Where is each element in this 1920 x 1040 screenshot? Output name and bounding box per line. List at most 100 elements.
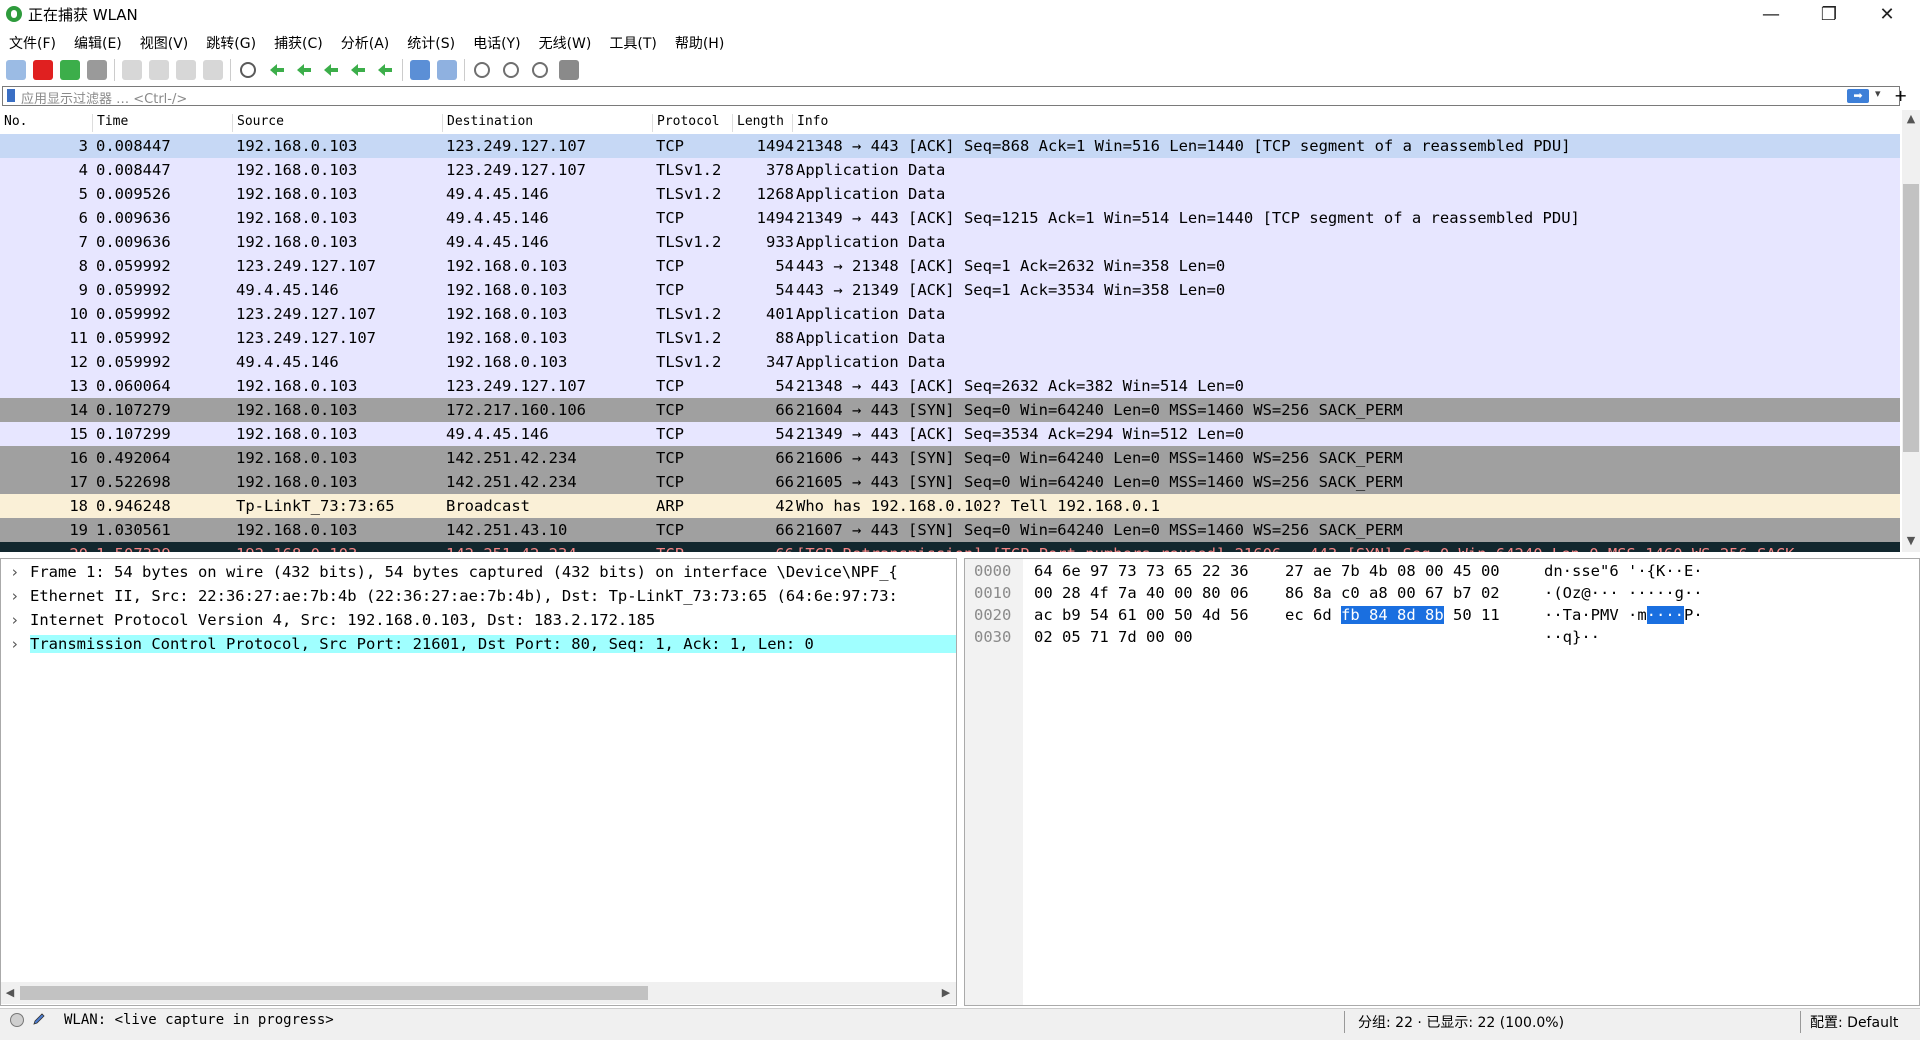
zoom-out-icon[interactable] <box>503 62 519 78</box>
menu-item[interactable]: 捕获(C) <box>265 30 332 54</box>
expand-chevron-icon[interactable]: › <box>10 635 19 653</box>
menu-item[interactable]: 编辑(E) <box>65 30 131 54</box>
column-header-destination[interactable]: Destination <box>442 114 651 132</box>
go-first-icon[interactable] <box>348 60 368 80</box>
packet-row[interactable]: 10 0.059992 123.249.127.107 192.168.0.103 TL… <box>0 302 1900 326</box>
detail-tree-item[interactable]: › Internet Protocol Version 4, Src: 192.1… <box>2 608 956 632</box>
packet-info-cell: Application Data <box>796 305 946 323</box>
hex-bytes-selected[interactable]: fb 84 8d 8b <box>1341 606 1444 624</box>
go-to-packet-icon[interactable] <box>321 60 341 80</box>
reload-icon[interactable] <box>203 60 223 80</box>
packet-no-cell: 12 <box>69 353 88 371</box>
zoom-in-icon[interactable] <box>474 62 490 78</box>
go-last-icon[interactable] <box>375 60 395 80</box>
packet-len-cell: 54 <box>775 257 794 275</box>
packet-time-cell: 0.107299 <box>96 425 171 443</box>
scroll-up-icon[interactable]: ▲ <box>1902 112 1920 125</box>
find-packet-icon[interactable] <box>240 62 256 78</box>
packet-row[interactable]: 6 0.009636 192.168.0.103 49.4.45.146 TCP 1494… <box>0 206 1900 230</box>
packet-row[interactable]: 18 0.946248 Tp-LinkT_73:73:65 Broadcast ARP 4… <box>0 494 1900 518</box>
packet-no-cell: 11 <box>69 329 88 347</box>
detail-tree-item[interactable]: › Ethernet II, Src: 22:36:27:ae:7b:4b (22… <box>2 584 956 608</box>
profile-status[interactable]: 配置: Default <box>1810 1012 1898 1032</box>
close-file-icon[interactable] <box>176 60 196 80</box>
packet-len-cell: 347 <box>766 353 794 371</box>
restart-capture-icon[interactable] <box>60 60 80 80</box>
packet-row[interactable]: 8 0.059992 123.249.127.107 192.168.0.103 TCP… <box>0 254 1900 278</box>
packet-src-cell: 49.4.45.146 <box>236 353 339 371</box>
auto-scroll-icon[interactable] <box>410 60 430 80</box>
menu-item[interactable]: 视图(V) <box>131 30 198 54</box>
menu-item[interactable]: 分析(A) <box>332 30 399 54</box>
menu-item[interactable]: 电话(Y) <box>464 30 529 54</box>
column-header-source[interactable]: Source <box>232 114 441 132</box>
packet-row[interactable]: 9 0.059992 49.4.45.146 192.168.0.103 TCP 54 44… <box>0 278 1900 302</box>
add-filter-button[interactable]: + <box>1894 86 1907 105</box>
packet-src-cell: 192.168.0.103 <box>236 137 358 155</box>
expand-chevron-icon[interactable]: › <box>10 587 19 605</box>
packet-row[interactable]: 4 0.008447 192.168.0.103 123.249.127.107 TLS… <box>0 158 1900 182</box>
packet-time-cell: 0.059992 <box>96 257 171 275</box>
packet-row[interactable]: 3 0.008447 192.168.0.103 123.249.127.107 TCP… <box>0 134 1900 158</box>
capture-comment-icon[interactable] <box>32 1012 46 1026</box>
display-filter-input[interactable]: 应用显示过滤器 … <Ctrl-/> <box>21 88 187 107</box>
packet-row[interactable]: 15 0.107299 192.168.0.103 49.4.45.146 TCP 54 2… <box>0 422 1900 446</box>
menu-item[interactable]: 统计(S) <box>398 30 464 54</box>
scroll-right-icon[interactable]: ▶ <box>937 986 955 999</box>
packet-row[interactable]: 19 1.030561 192.168.0.103 142.251.43.10 TCP 6… <box>0 518 1900 542</box>
filter-bookmark-icon[interactable] <box>7 89 15 102</box>
packet-row[interactable]: 12 0.059992 49.4.45.146 192.168.0.103 TLSv1.… <box>0 350 1900 374</box>
packet-list-scroll-thumb[interactable] <box>1903 184 1919 452</box>
toolbar-separator <box>402 59 403 81</box>
packet-row[interactable]: 14 0.107279 192.168.0.103 172.217.160.106 TC… <box>0 398 1900 422</box>
packet-row[interactable]: 11 0.059992 123.249.127.107 192.168.0.103 TL… <box>0 326 1900 350</box>
save-file-icon[interactable] <box>149 60 169 80</box>
zoom-normal-icon[interactable] <box>532 62 548 78</box>
minimize-button[interactable]: — <box>1742 0 1800 28</box>
hex-offset: 0030 <box>974 628 1012 646</box>
go-forward-icon[interactable] <box>294 60 314 80</box>
display-filter-bar[interactable]: 应用显示过滤器 … <Ctrl-/> ➡ ▾ <box>2 86 1900 107</box>
menu-item[interactable]: 文件(F) <box>0 30 65 54</box>
close-button[interactable]: ✕ <box>1858 0 1916 28</box>
packet-row[interactable]: 16 0.492064 192.168.0.103 142.251.42.234 TCP… <box>0 446 1900 470</box>
capture-options-icon[interactable] <box>87 60 107 80</box>
resize-columns-icon[interactable] <box>559 60 579 80</box>
packet-no-cell: 5 <box>78 185 88 203</box>
packet-dst-cell: 192.168.0.103 <box>446 353 568 371</box>
expand-chevron-icon[interactable]: › <box>10 563 19 581</box>
detail-tree-item[interactable]: › Frame 1: 54 bytes on wire (432 bits), 5… <box>2 560 956 584</box>
packet-row[interactable]: 13 0.060064 192.168.0.103 123.249.127.107 TC… <box>0 374 1900 398</box>
detail-scroll-thumb[interactable] <box>20 986 648 1000</box>
menu-item[interactable]: 无线(W) <box>530 30 601 54</box>
expert-info-led-icon[interactable] <box>10 1013 24 1027</box>
packet-no-cell: 20 <box>0 545 88 552</box>
ascii-selected[interactable]: ···· <box>1646 606 1684 624</box>
detail-tree-item[interactable]: › Transmission Control Protocol, Src Port… <box>2 632 956 656</box>
packet-row[interactable]: 7 0.009636 192.168.0.103 49.4.45.146 TLSv1.2… <box>0 230 1900 254</box>
colorize-icon[interactable] <box>437 60 457 80</box>
column-header-time[interactable]: Time <box>92 114 233 132</box>
hex-bytes: ec 6d fb 84 8d 8b 50 11 <box>1285 606 1500 624</box>
apply-filter-arrow-icon[interactable]: ➡ <box>1847 89 1869 103</box>
column-header-length[interactable]: Length <box>732 114 793 132</box>
menu-item[interactable]: 帮助(H) <box>666 30 733 54</box>
scroll-left-icon[interactable]: ◀ <box>1 986 19 999</box>
scroll-down-icon[interactable]: ▼ <box>1902 534 1920 547</box>
restore-button[interactable]: ❐ <box>1800 0 1858 28</box>
go-back-icon[interactable] <box>267 60 287 80</box>
packet-src-cell: 123.249.127.107 <box>236 329 376 347</box>
column-header-no[interactable]: No. <box>0 114 92 132</box>
filter-history-dropdown-icon[interactable]: ▾ <box>1875 87 1881 100</box>
packet-row[interactable]: 201.507329192.168.0.103142.251.42.234TCP… <box>0 542 1900 552</box>
menu-item[interactable]: 工具(T) <box>600 30 665 54</box>
packet-row[interactable]: 5 0.009526 192.168.0.103 49.4.45.146 TLSv1.2… <box>0 182 1900 206</box>
open-file-icon[interactable] <box>122 60 142 80</box>
expand-chevron-icon[interactable]: › <box>10 611 19 629</box>
packet-row[interactable]: 17 0.522698 192.168.0.103 142.251.42.234 TCP… <box>0 470 1900 494</box>
menu-item[interactable]: 跳转(G) <box>197 30 265 54</box>
column-header-info[interactable]: Info <box>792 114 1897 132</box>
stop-capture-icon[interactable] <box>33 60 53 80</box>
shark-fin-start-icon[interactable] <box>6 60 26 80</box>
column-header-protocol[interactable]: Protocol <box>652 114 731 132</box>
